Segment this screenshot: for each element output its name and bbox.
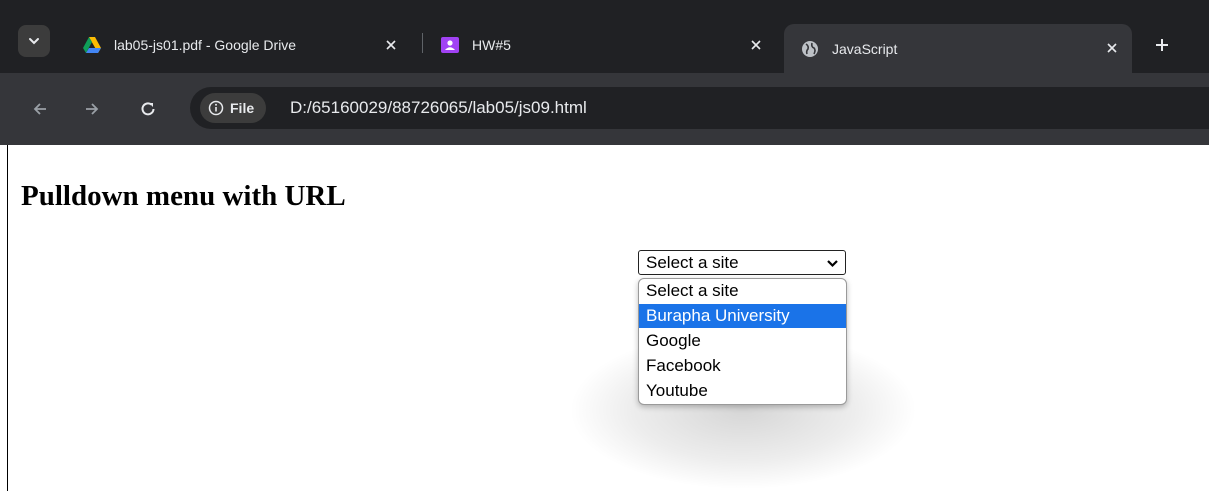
chevron-down-icon: [29, 38, 39, 45]
tab-strip: lab05-js01.pdf - Google Drive HW#5 JavaS…: [0, 0, 1209, 73]
new-tab-button[interactable]: [1148, 31, 1176, 59]
reload-icon: [141, 102, 155, 116]
site-chip-label: File: [230, 100, 255, 116]
page-left-border: [7, 145, 8, 491]
tab-hw5[interactable]: HW#5: [424, 25, 776, 65]
info-icon: [208, 100, 224, 116]
back-button[interactable]: [28, 97, 52, 121]
option-facebook[interactable]: Facebook: [639, 354, 846, 378]
close-tab-icon[interactable]: [1102, 38, 1122, 58]
url-text[interactable]: D:/65160029/88726065/lab05/js09.html: [290, 98, 587, 118]
option-youtube[interactable]: Youtube: [639, 379, 846, 403]
tab-separator: [422, 33, 423, 53]
classroom-assignment-icon: [441, 37, 459, 53]
close-tab-icon[interactable]: [746, 35, 766, 55]
tab-search-button[interactable]: [18, 25, 50, 57]
close-tab-icon[interactable]: [381, 35, 401, 55]
arrow-left-icon: [33, 103, 46, 115]
arrow-right-icon: [86, 103, 99, 115]
page-heading: Pulldown menu with URL: [21, 180, 346, 212]
tab-javascript-active[interactable]: JavaScript: [784, 24, 1132, 73]
plus-icon: [1156, 39, 1168, 51]
chevron-down-icon: [825, 256, 839, 270]
select-dropdown-list: Select a site Burapha University Google …: [638, 278, 847, 405]
tab-google-drive[interactable]: lab05-js01.pdf - Google Drive: [66, 25, 411, 65]
tab-title: lab05-js01.pdf - Google Drive: [114, 37, 297, 53]
site-info-chip[interactable]: File: [200, 93, 267, 123]
reload-button[interactable]: [136, 97, 160, 121]
option-select-a-site[interactable]: Select a site: [639, 279, 846, 303]
globe-icon: [802, 40, 818, 57]
address-bar[interactable]: File D:/65160029/88726065/lab05/js09.htm…: [190, 87, 1209, 129]
tab-title: HW#5: [472, 37, 511, 53]
select-value: Select a site: [646, 253, 739, 272]
site-select[interactable]: Select a site: [638, 250, 846, 275]
browser-toolbar: File D:/65160029/88726065/lab05/js09.htm…: [0, 73, 1209, 145]
tab-title: JavaScript: [832, 40, 898, 57]
forward-button[interactable]: [80, 97, 104, 121]
option-burapha-university[interactable]: Burapha University: [639, 304, 846, 328]
google-drive-icon: [83, 37, 101, 53]
option-google[interactable]: Google: [639, 329, 846, 353]
